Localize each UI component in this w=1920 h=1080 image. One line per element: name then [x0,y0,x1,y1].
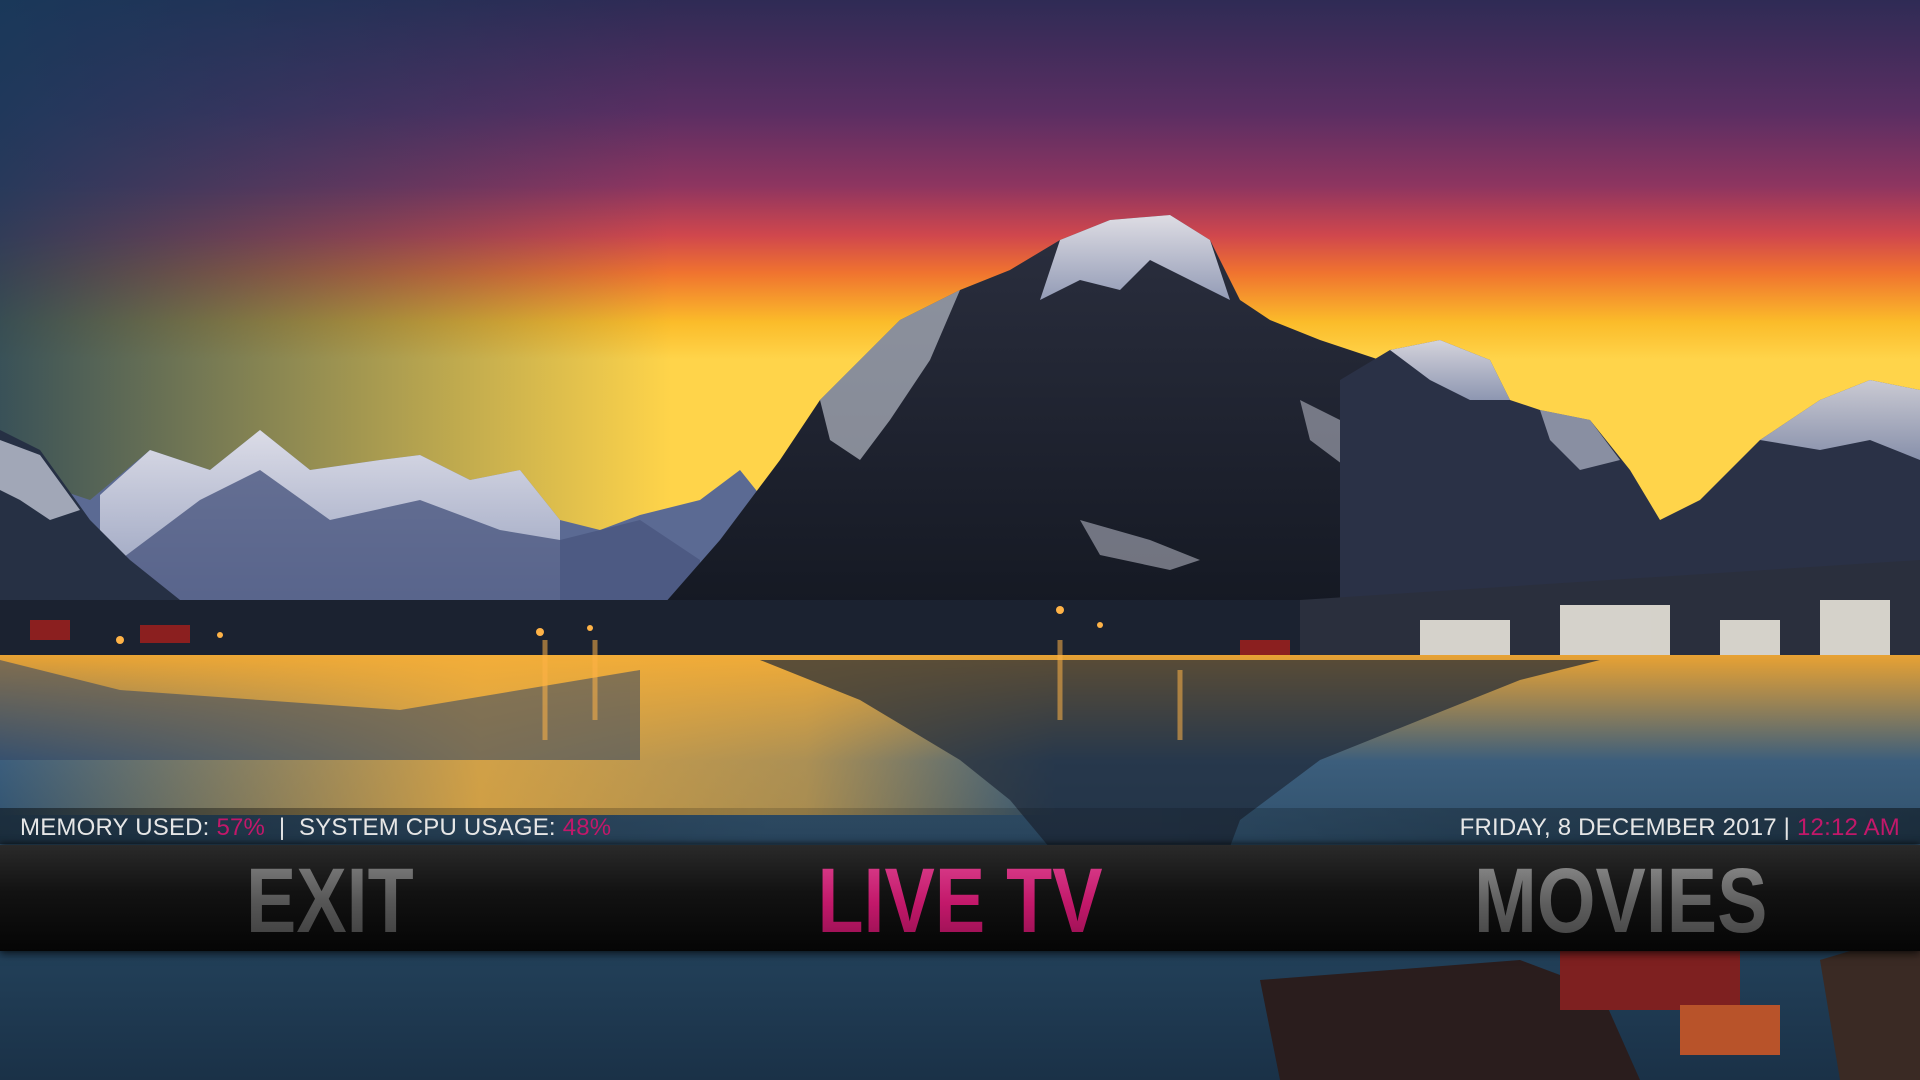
memory-value: 57% [216,814,266,841]
memory-label: MEMORY USED: [20,814,210,841]
main-menu: EXIT LIVE TV MOVIES [0,845,1920,951]
date-label: FRIDAY, 8 DECEMBER 2017 [1459,814,1777,841]
status-bar: MEMORY USED: 57% | SYSTEM CPU USAGE: 48%… [0,808,1920,844]
separator: | [278,814,286,841]
date-time: FRIDAY, 8 DECEMBER 2017 | 12:12 AM [1460,814,1900,842]
menu-item-live-tv[interactable]: LIVE TV [817,845,1102,951]
cpu-value: 48% [562,814,612,841]
menu-item-exit[interactable]: EXIT [246,845,414,951]
menu-item-movies[interactable]: MOVIES [1474,845,1767,951]
system-info: MEMORY USED: 57% | SYSTEM CPU USAGE: 48% [20,814,611,842]
cpu-label: SYSTEM CPU USAGE: [299,814,556,841]
clock: 12:12 AM [1796,814,1900,841]
date-separator: | [1783,814,1791,841]
